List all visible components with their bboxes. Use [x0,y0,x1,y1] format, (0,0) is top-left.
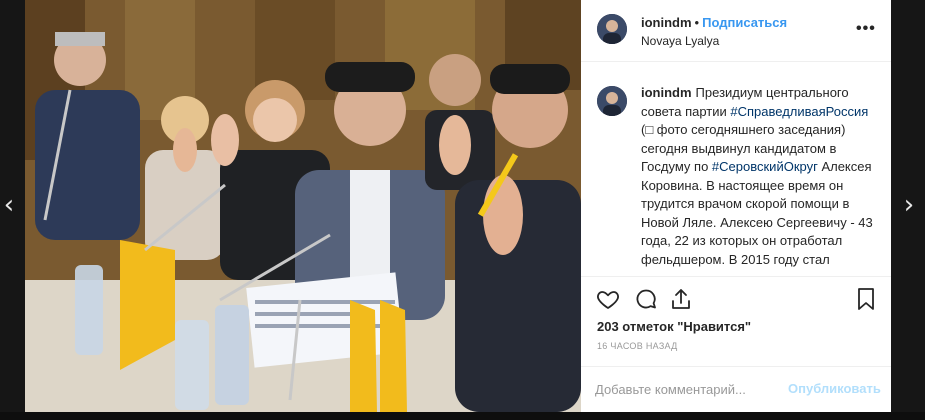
user-line: ionindm • Подписаться [641,15,787,30]
hashtag-link[interactable]: #СправедливаяРоссия [730,104,868,119]
publish-button[interactable]: Опубликовать [788,381,881,396]
caption-username-link[interactable]: ionindm [641,85,692,100]
comment-input[interactable] [595,379,775,399]
caption-avatar[interactable] [597,86,627,116]
comment-icon[interactable] [633,287,659,314]
more-options-icon[interactable]: ••• [856,20,876,38]
post-caption: ionindm Президиум центрального совета пар… [641,84,877,269]
location-link[interactable]: Novaya Lyalya [641,34,719,48]
post-side-panel: ionindm • Подписаться Novaya Lyalya ••• io… [581,0,891,412]
previous-post-arrow-icon[interactable]: ‹ [2,192,16,218]
avatar-image [597,86,627,116]
separator-dot: • [694,15,700,30]
bottom-strip [0,412,925,420]
caption-text-part: Алексея Коровина. В настоящее время он т… [641,159,873,267]
avatar-image [597,14,627,44]
post-timestamp[interactable]: 16 часов назад [597,341,678,351]
share-icon[interactable] [669,287,693,314]
follow-button[interactable]: Подписаться [702,15,787,30]
post-photo[interactable] [25,0,581,412]
hashtag-link[interactable]: #СеровскийОкруг [712,159,818,174]
post-actions: 203 отметок "Нравится" 16 часов назад [581,276,891,376]
meeting-photo-illustration [25,0,581,412]
username-link[interactable]: ionindm [641,15,692,30]
post-header: ionindm • Подписаться Novaya Lyalya ••• [581,0,891,62]
heart-icon[interactable] [595,287,621,314]
likes-count[interactable]: 203 отметок "Нравится" [597,319,751,334]
next-post-arrow-icon[interactable]: › [902,192,916,218]
comment-bar: Опубликовать [581,366,891,412]
avatar[interactable] [597,14,627,44]
caption-area: ionindm Президиум центрального совета пар… [581,62,891,276]
bookmark-icon[interactable] [855,287,877,314]
